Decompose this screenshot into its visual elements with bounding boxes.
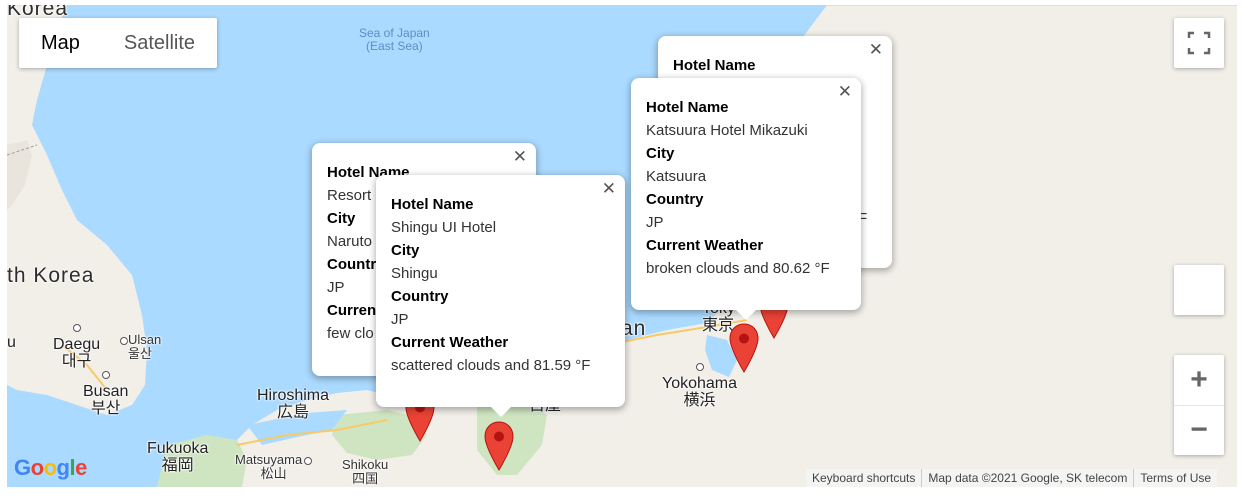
info-window-tail [489, 406, 512, 417]
label-yokohama-en: Yokohama [662, 374, 738, 392]
info-window: ✕ Hotel Name Katsuura Hotel Mikazuki Cit… [631, 78, 861, 320]
zoom-out-button[interactable]: − [1174, 405, 1224, 455]
map-marker-icon[interactable] [728, 323, 760, 373]
label-yokohama: Yokohama 横浜 [662, 359, 737, 409]
terms-of-use-link[interactable]: Terms of Use [1134, 469, 1217, 487]
label-yokohama-ja: 横浜 [683, 391, 716, 409]
label-fukuoka-ja: 福岡 [161, 456, 194, 474]
google-logo: Google [14, 455, 87, 480]
country-label: Country [391, 288, 449, 305]
label-busan: Busan 부산 [83, 367, 128, 417]
label-u-left: u [7, 334, 16, 351]
label-daegu-en: Daegu [53, 335, 101, 353]
label-matsuyama: Matsuyama 松山 [235, 453, 313, 481]
label-hiroshima-ja: 広島 [277, 403, 310, 421]
weather-value: broken clouds and 80.62 °F [646, 260, 830, 277]
label-hiroshima-en: Hiroshima [257, 387, 330, 404]
info-window: ✕ Hotel Name Shingu UI Hotel City Shingu… [376, 175, 625, 417]
hotel-name-value: Shingu UI Hotel [391, 219, 497, 236]
weather-label: Current Weather [391, 334, 509, 351]
street-view-button[interactable] [1174, 265, 1224, 315]
map-marker-icon[interactable] [483, 421, 515, 471]
label-sea-line2: (East Sea) [366, 38, 423, 53]
city-dot-icon [304, 456, 313, 465]
hotel-name-label: Hotel Name [673, 57, 756, 74]
label-ulsan-en: Ulsan [128, 332, 162, 347]
label-sea-of-japan: Sea of Japan (East Sea) [359, 27, 430, 52]
map-type-satellite-button[interactable]: Satellite [102, 18, 217, 68]
city-dot-icon [101, 370, 110, 379]
keyboard-shortcuts-link[interactable]: Keyboard shortcuts [806, 469, 923, 487]
info-window-content: Hotel Name Katsuura Hotel Mikazuki City … [646, 96, 856, 296]
map-footer: Keyboard shortcuts Map data ©2021 Google… [806, 469, 1218, 487]
city-value: Katsuura [646, 168, 707, 185]
label-hiroshima: Hiroshima 広島 [257, 387, 330, 422]
label-daegu: Daegu 대구 [53, 320, 100, 370]
city-value: Shingu [391, 265, 438, 282]
weather-value: scattered clouds and 81.59 °F [391, 357, 591, 374]
label-ulsan-ko: 울산 [128, 345, 152, 361]
label-shikoku: Shikoku 四国 [342, 458, 388, 485]
city-dot-icon [695, 362, 704, 371]
country-label: Country [646, 191, 704, 208]
label-busan-en: Busan [83, 382, 129, 400]
country-value: JP [391, 311, 409, 328]
label-south-korea: th Korea [7, 264, 95, 287]
fullscreen-icon [1187, 31, 1211, 55]
country-value: JP [646, 214, 664, 231]
map-type-map-button[interactable]: Map [19, 18, 102, 68]
label-fukuoka: Fukuoka 福岡 [147, 440, 209, 475]
map-type-control: Map Satellite [19, 18, 218, 68]
map-data-attribution: Map data ©2021 Google, SK telecom [922, 469, 1135, 487]
label-matsuyama-ja: 松山 [260, 465, 287, 481]
label-sea-line1: Sea of Japan [359, 26, 430, 40]
city-label: City [646, 145, 675, 162]
label-fukuoka-en: Fukuoka [147, 440, 209, 457]
city-label: City [391, 242, 420, 259]
city-dot-icon [72, 323, 81, 332]
hotel-name-value: Katsuura Hotel Mikazuki [646, 122, 808, 139]
info-window-tail [735, 309, 757, 320]
fullscreen-button[interactable] [1174, 18, 1224, 68]
weather-label: Current Weather [646, 237, 764, 254]
label-ulsan: Ulsan 울산 [120, 333, 161, 360]
hotel-name-label: Hotel Name [391, 196, 474, 213]
zoom-in-button[interactable]: + [1174, 355, 1224, 405]
city-dot-icon [120, 336, 128, 345]
hotel-name-label: Hotel Name [646, 99, 729, 116]
label-shikoku-ja: 四国 [352, 470, 379, 486]
label-busan-ko: 부산 [90, 399, 121, 417]
info-window-content: Hotel Name Shingu UI Hotel City Shingu C… [391, 193, 616, 393]
